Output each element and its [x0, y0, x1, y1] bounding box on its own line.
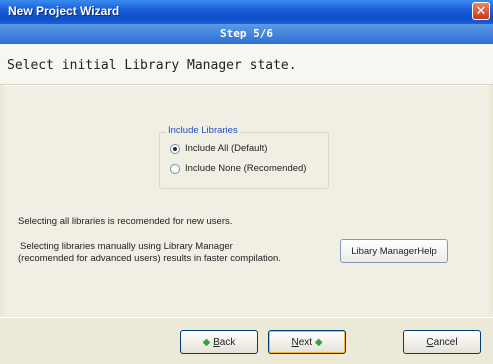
- info-text-manual-line2: (recomended for advanced users) results …: [18, 253, 281, 264]
- radio-label: Include All (Default): [185, 143, 268, 154]
- info-text-manual-line1: Selecting libraries manually using Libra…: [20, 241, 233, 252]
- cancel-button[interactable]: Cancel: [403, 330, 481, 354]
- radio-include-none[interactable]: Include None (Recomended): [170, 163, 306, 174]
- next-mnemonic: N: [291, 336, 299, 348]
- info-text-all: Selecting all libraries is recomended fo…: [18, 216, 233, 227]
- radio-label: Include None (Recomended): [185, 163, 307, 174]
- new-project-wizard-window: New Project Wizard ✕ Step 5/6 Select ini…: [0, 0, 493, 364]
- content-panel: Include Libraries Include All (Default) …: [4, 85, 489, 318]
- step-bar: Step 5/6: [0, 24, 493, 44]
- back-button[interactable]: ◆ Back: [180, 330, 258, 354]
- wizard-footer: ◆ Back Next ◆ Cancel: [0, 317, 493, 364]
- title-bar[interactable]: New Project Wizard ✕: [0, 0, 493, 24]
- next-label: ext: [298, 336, 313, 348]
- library-manager-help-button[interactable]: Libary ManagerHelp: [340, 239, 448, 263]
- step-indicator: Step 5/6: [220, 27, 273, 40]
- header-panel: Select initial Library Manager state.: [0, 44, 493, 85]
- close-icon[interactable]: ✕: [472, 2, 490, 20]
- cancel-mnemonic: C: [426, 336, 434, 348]
- next-button[interactable]: Next ◆: [268, 330, 346, 354]
- radio-button-checked-icon[interactable]: [170, 143, 180, 154]
- back-arrow-icon: ◆: [202, 336, 211, 348]
- radio-button-icon[interactable]: [170, 163, 180, 174]
- radio-include-all[interactable]: Include All (Default): [170, 143, 267, 154]
- back-label: ack: [219, 336, 236, 348]
- group-label: Include Libraries: [166, 125, 240, 136]
- include-libraries-group: Include Libraries Include All (Default) …: [159, 125, 329, 189]
- page-instruction: Select initial Library Manager state.: [7, 58, 297, 73]
- cancel-label: ancel: [433, 336, 458, 348]
- window-title: New Project Wizard: [8, 4, 120, 18]
- back-mnemonic: B: [213, 336, 220, 348]
- next-arrow-icon: ◆: [314, 336, 323, 348]
